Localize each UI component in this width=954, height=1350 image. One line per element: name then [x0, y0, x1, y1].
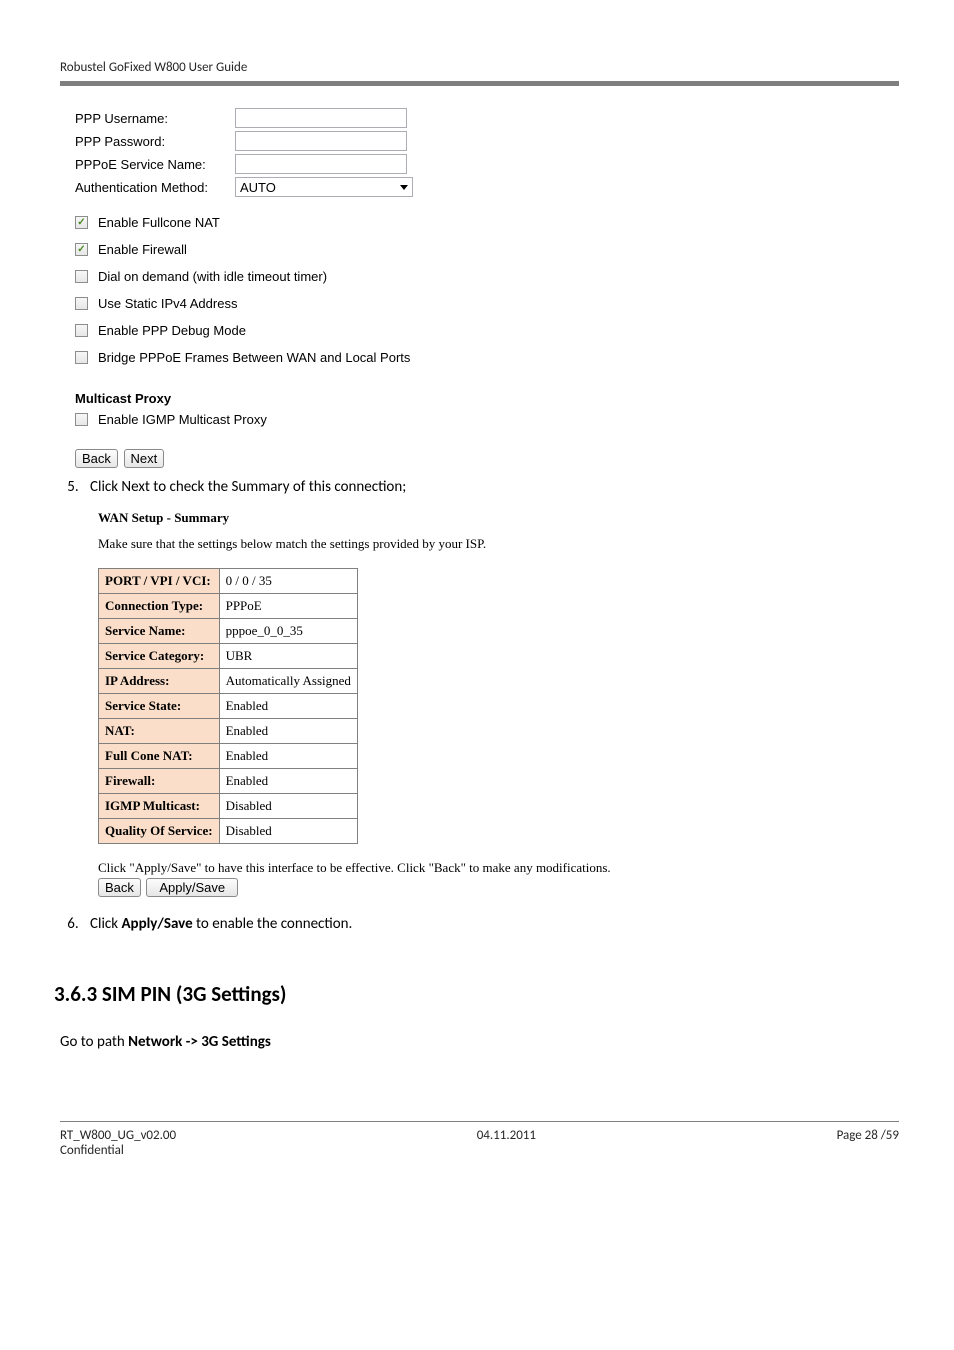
table-row: Service Category:UBR [99, 644, 358, 669]
next-button[interactable]: Next [124, 449, 165, 468]
summary-val: pppoe_0_0_35 [219, 619, 357, 644]
summary-key: Service State: [99, 694, 220, 719]
goto-pre: Go to path [60, 1033, 128, 1051]
summary-key: PORT / VPI / VCI: [99, 569, 220, 594]
checkbox-label: Use Static IPv4 Address [98, 296, 237, 311]
checkbox-row: Dial on demand (with idle timeout timer) [75, 269, 889, 284]
auth-method-select[interactable]: AUTO [235, 177, 413, 197]
checkbox-row: ✓ Enable Firewall [75, 242, 889, 257]
summary-key: IGMP Multicast: [99, 794, 220, 819]
summary-key: Connection Type: [99, 594, 220, 619]
footer-mid: 04.11.2011 [477, 1128, 536, 1143]
checkbox-row: Use Static IPv4 Address [75, 296, 889, 311]
section-heading: 3.6.3 SIM PIN (3G Settings) [54, 981, 899, 1007]
table-row: Service Name:pppoe_0_0_35 [99, 619, 358, 644]
summary-key: Firewall: [99, 769, 220, 794]
checkbox-row: ✓ Enable Fullcone NAT [75, 215, 889, 230]
footer-confidential: Confidential [60, 1143, 899, 1158]
summary-key: Full Cone NAT: [99, 744, 220, 769]
summary-val: Automatically Assigned [219, 669, 357, 694]
goto-bold: Network -> 3G Settings [128, 1033, 271, 1051]
step-6-post: to enable the connection. [193, 915, 353, 933]
summary-val: Enabled [219, 769, 357, 794]
chevron-down-icon [400, 185, 408, 190]
auth-method-value: AUTO [240, 180, 276, 195]
igmp-multicast-checkbox[interactable] [75, 413, 88, 426]
static-ipv4-checkbox[interactable] [75, 297, 88, 310]
summary-val: Disabled [219, 819, 357, 844]
table-row: Firewall:Enabled [99, 769, 358, 794]
doc-header: Robustel GoFixed W800 User Guide [60, 60, 899, 79]
multicast-heading: Multicast Proxy [75, 391, 889, 406]
goto-path: Go to path Network -> 3G Settings [60, 1033, 899, 1051]
checkbox-label: Enable Firewall [98, 242, 187, 257]
table-row: Full Cone NAT:Enabled [99, 744, 358, 769]
summary-key: NAT: [99, 719, 220, 744]
pppoe-service-label: PPPoE Service Name: [75, 157, 235, 172]
summary-val: Enabled [219, 719, 357, 744]
summary-key: IP Address: [99, 669, 220, 694]
wan-post-note: Click "Apply/Save" to have this interfac… [98, 860, 899, 876]
step-5: Click Next to check the Summary of this … [82, 478, 899, 496]
wan-summary-table: PORT / VPI / VCI:0 / 0 / 35 Connection T… [98, 568, 358, 844]
ppp-username-input[interactable] [235, 108, 407, 128]
checkbox-label: Enable IGMP Multicast Proxy [98, 412, 267, 427]
step-6-pre: Click [90, 915, 121, 933]
summary-val: Enabled [219, 694, 357, 719]
step-6: Click Apply/Save to enable the connectio… [82, 915, 899, 933]
apply-save-button[interactable]: Apply/Save [146, 878, 238, 897]
auth-method-label: Authentication Method: [75, 180, 235, 195]
back-button[interactable]: Back [75, 449, 118, 468]
step-6-bold: Apply/Save [121, 915, 192, 933]
table-row: Connection Type:PPPoE [99, 594, 358, 619]
table-row: IP Address:Automatically Assigned [99, 669, 358, 694]
enable-firewall-checkbox[interactable]: ✓ [75, 243, 88, 256]
checkbox-label: Dial on demand (with idle timeout timer) [98, 269, 327, 284]
options-checklist: ✓ Enable Fullcone NAT ✓ Enable Firewall … [75, 215, 889, 365]
back-button[interactable]: Back [98, 878, 141, 897]
checkbox-row: Enable IGMP Multicast Proxy [75, 412, 889, 427]
summary-val: 0 / 0 / 35 [219, 569, 357, 594]
header-rule [60, 81, 899, 86]
checkbox-row: Enable PPP Debug Mode [75, 323, 889, 338]
summary-val: PPPoE [219, 594, 357, 619]
summary-key: Service Name: [99, 619, 220, 644]
footer-left: RT_W800_UG_v02.00 [60, 1128, 176, 1143]
ppp-password-input[interactable] [235, 131, 407, 151]
wan-summary-note: Make sure that the settings below match … [98, 536, 899, 552]
table-row: Service State:Enabled [99, 694, 358, 719]
table-row: PORT / VPI / VCI:0 / 0 / 35 [99, 569, 358, 594]
checkbox-label: Enable PPP Debug Mode [98, 323, 246, 338]
page-footer: RT_W800_UG_v02.00 04.11.2011 Page 28 /59… [60, 1121, 899, 1158]
enable-fullcone-nat-checkbox[interactable]: ✓ [75, 216, 88, 229]
summary-val: Disabled [219, 794, 357, 819]
summary-key: Service Category: [99, 644, 220, 669]
footer-right: Page 28 /59 [837, 1128, 899, 1143]
summary-key: Quality Of Service: [99, 819, 220, 844]
bridge-pppoe-checkbox[interactable] [75, 351, 88, 364]
ppp-settings-panel: PPP Username: PPP Password: PPPoE Servic… [75, 108, 889, 468]
ppp-username-label: PPP Username: [75, 111, 235, 126]
summary-val: Enabled [219, 744, 357, 769]
ppp-debug-checkbox[interactable] [75, 324, 88, 337]
footer-rule [60, 1121, 899, 1122]
table-row: IGMP Multicast:Disabled [99, 794, 358, 819]
dial-on-demand-checkbox[interactable] [75, 270, 88, 283]
summary-val: UBR [219, 644, 357, 669]
checkbox-label: Enable Fullcone NAT [98, 215, 220, 230]
pppoe-service-input[interactable] [235, 154, 407, 174]
ppp-password-label: PPP Password: [75, 134, 235, 149]
table-row: Quality Of Service:Disabled [99, 819, 358, 844]
checkbox-row: Bridge PPPoE Frames Between WAN and Loca… [75, 350, 889, 365]
checkbox-label: Bridge PPPoE Frames Between WAN and Loca… [98, 350, 410, 365]
table-row: NAT:Enabled [99, 719, 358, 744]
wan-summary-heading: WAN Setup - Summary [98, 510, 899, 526]
